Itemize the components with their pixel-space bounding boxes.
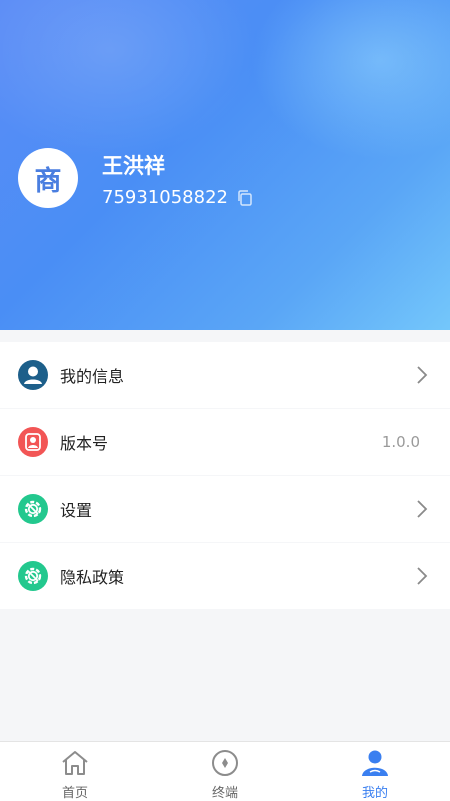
tab-label: 首页 bbox=[61, 786, 88, 801]
privacy-gear-icon bbox=[18, 561, 48, 591]
menu-item-label: 版本号 bbox=[60, 434, 109, 453]
menu-item-privacy-policy[interactable]: 隐私政策 bbox=[0, 543, 450, 609]
user-name: 王洪祥 bbox=[102, 154, 165, 178]
chevron-right-icon bbox=[417, 366, 428, 384]
user-icon bbox=[18, 360, 48, 390]
person-icon bbox=[362, 750, 388, 776]
tab-label: 终端 bbox=[211, 786, 238, 801]
copy-icon[interactable] bbox=[236, 189, 254, 207]
chevron-right-icon bbox=[417, 500, 428, 518]
tab-home[interactable]: 首页 bbox=[0, 742, 150, 801]
chevron-right-icon bbox=[417, 567, 428, 585]
tab-mine[interactable]: 我的 bbox=[300, 742, 450, 801]
bottom-tab-bar: 首页 终端 我的 bbox=[0, 741, 450, 801]
user-badge-icon bbox=[18, 427, 48, 457]
menu-item-my-info[interactable]: 我的信息 bbox=[0, 342, 450, 408]
menu-item-label: 隐私政策 bbox=[60, 568, 125, 587]
version-value: 1.0.0 bbox=[381, 433, 420, 451]
menu-item-version[interactable]: 版本号 1.0.0 bbox=[0, 409, 450, 475]
menu-item-settings[interactable]: 设置 bbox=[0, 476, 450, 542]
avatar[interactable]: 商 bbox=[18, 148, 78, 208]
user-id-row: 75931058822 bbox=[102, 187, 254, 208]
compass-icon bbox=[212, 750, 238, 776]
tab-label: 我的 bbox=[361, 786, 388, 801]
menu-item-label: 我的信息 bbox=[60, 367, 125, 386]
profile-header: 商 王洪祥 75931058822 bbox=[0, 0, 450, 330]
user-id: 75931058822 bbox=[102, 187, 228, 208]
tab-terminal[interactable]: 终端 bbox=[150, 742, 300, 801]
menu-list: 我的信息 版本号 1.0.0 设置 隐私政策 bbox=[0, 342, 450, 610]
settings-gear-icon bbox=[18, 494, 48, 524]
home-icon bbox=[62, 751, 88, 775]
menu-item-label: 设置 bbox=[60, 501, 93, 520]
avatar-text: 商 bbox=[34, 165, 62, 197]
